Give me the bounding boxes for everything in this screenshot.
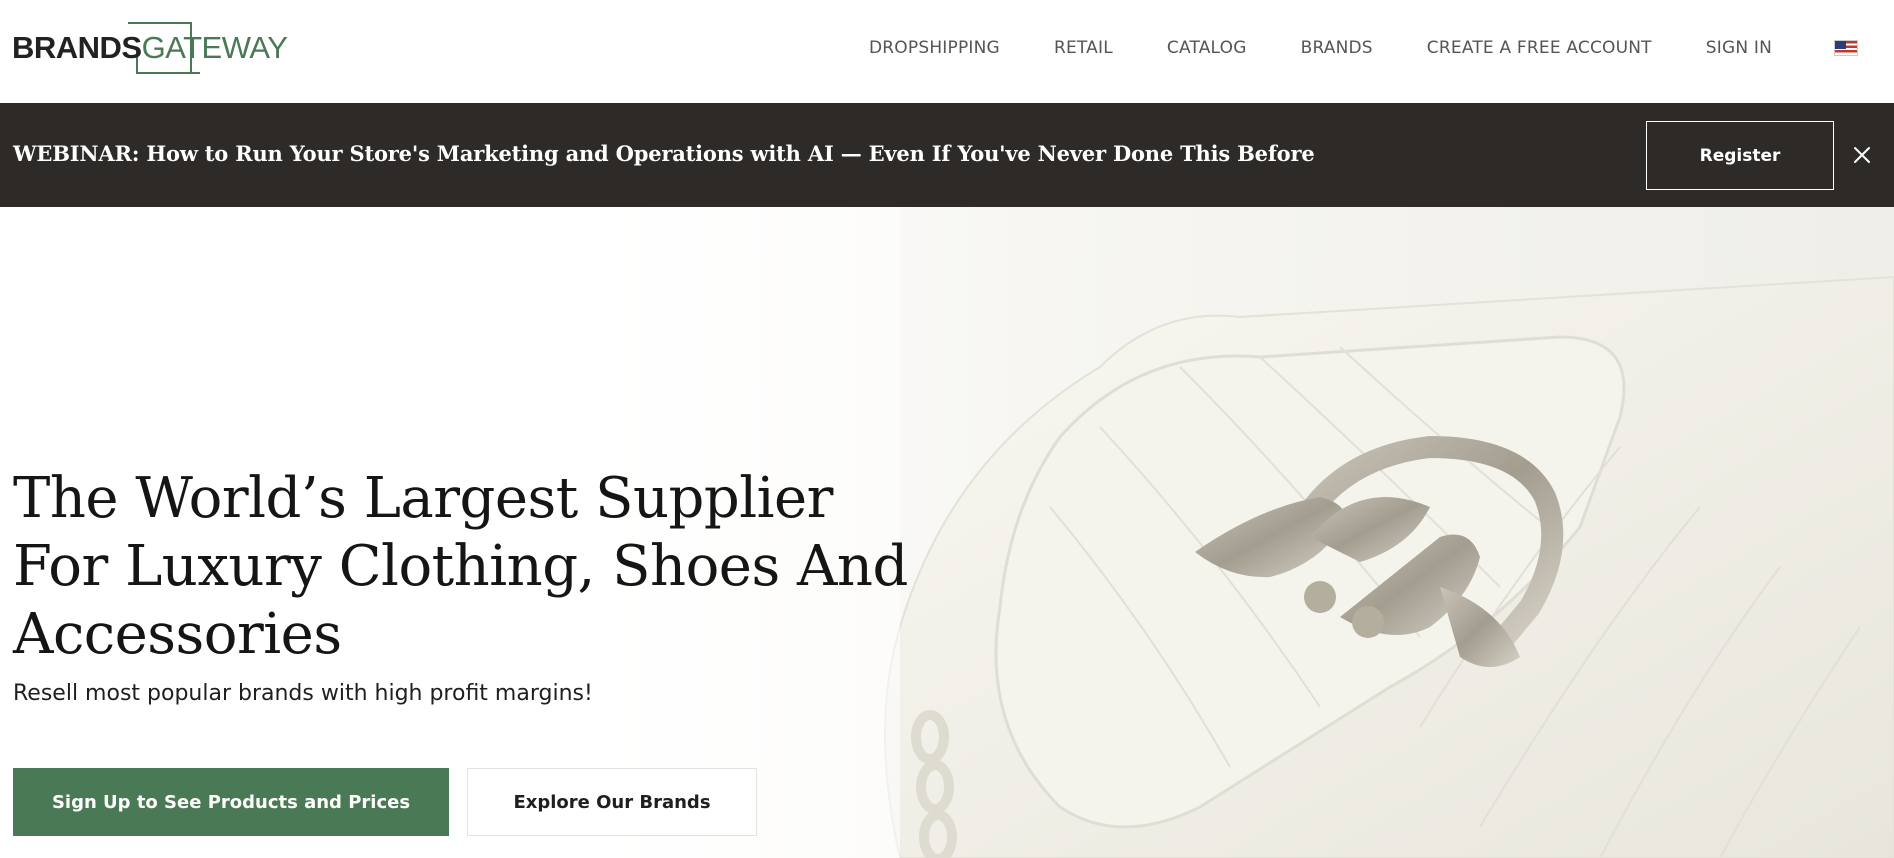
main-nav: DROPSHIPPING RETAIL CATALOG BRANDS CREAT… — [869, 0, 1894, 96]
signup-button[interactable]: Sign Up to See Products and Prices — [13, 768, 449, 836]
close-icon[interactable] — [1850, 143, 1874, 167]
site-header: BRANDS GATEWAY DROPSHIPPING RETAIL CATALO… — [0, 0, 1894, 103]
hero-subtitle: Resell most popular brands with high pro… — [13, 681, 593, 706]
webinar-banner-text: WEBINAR: How to Run Your Store's Marketi… — [13, 141, 1315, 166]
nav-brands[interactable]: BRANDS — [1301, 38, 1373, 58]
logo-gateway-text: GATEWAY — [141, 30, 288, 65]
nav-sign-in[interactable]: SIGN IN — [1706, 38, 1772, 58]
brandsgateway-logo[interactable]: BRANDS GATEWAY — [12, 20, 292, 76]
us-flag-icon[interactable] — [1834, 40, 1858, 56]
hero-section: The World’s Largest Supplier For Luxury … — [0, 207, 1894, 858]
nav-create-account[interactable]: CREATE A FREE ACCOUNT — [1427, 38, 1652, 58]
nav-retail[interactable]: RETAIL — [1054, 38, 1113, 58]
register-button[interactable]: Register — [1646, 121, 1834, 190]
logo-brands-text: BRANDS — [12, 30, 142, 65]
nav-dropshipping[interactable]: DROPSHIPPING — [869, 38, 1000, 58]
nav-catalog[interactable]: CATALOG — [1167, 38, 1247, 58]
hero-title: The World’s Largest Supplier For Luxury … — [13, 466, 908, 667]
explore-brands-button[interactable]: Explore Our Brands — [467, 768, 757, 836]
webinar-banner: WEBINAR: How to Run Your Store's Marketi… — [0, 103, 1894, 207]
